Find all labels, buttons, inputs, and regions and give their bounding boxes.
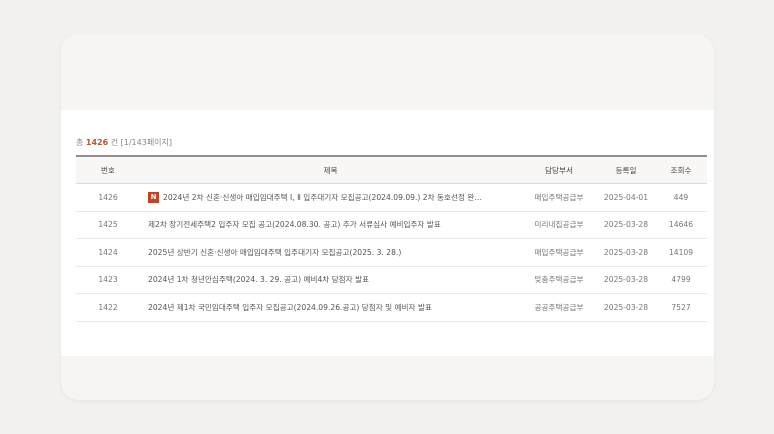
row-title-link[interactable]: 2025년 상반기 신혼·신생아 매입임대주택 입주대기자 모집공고(2025.… [140,238,521,267]
row-date: 2025-03-28 [597,211,655,239]
row-number: 1422 [76,293,140,322]
result-summary: 총 1426 건 [1/143페이지] [76,137,172,148]
row-department: 매입주택공급부 [521,183,597,212]
content-card: 총 1426 건 [1/143페이지] 번호 제목 담당부서 등록일 조회수 1… [61,34,714,400]
row-department: 미리내집공급부 [521,211,597,239]
row-title-link[interactable]: 제2차 장기전세주택2 입주자 모집 공고(2024.08.30. 공고) 추가… [140,211,521,239]
row-views: 14109 [655,238,707,267]
summary-prefix: 총 [76,138,84,147]
table-row[interactable]: 1422 2024년 제1차 국민임대주택 입주자 모집공고(2024.09.2… [76,293,707,322]
summary-suffix: 건 [1/143페이지] [110,138,173,147]
header-views: 조회수 [655,155,707,184]
notice-table: 번호 제목 담당부서 등록일 조회수 1426 N 2024년 2차 신혼·신생아… [76,155,707,322]
header-title: 제목 [140,155,521,184]
table-row[interactable]: 1424 2025년 상반기 신혼·신생아 매입임대주택 입주대기자 모집공고(… [76,238,707,267]
header-date: 등록일 [597,155,655,184]
row-date: 2025-03-28 [597,238,655,267]
header-department: 담당부서 [521,155,597,184]
row-views: 449 [655,183,707,212]
row-number: 1424 [76,238,140,267]
row-number: 1425 [76,211,140,239]
new-badge-icon: N [148,191,159,203]
row-title-link[interactable]: 2024년 제1차 국민임대주택 입주자 모집공고(2024.09.26.공고)… [140,293,521,322]
header-number: 번호 [76,155,140,184]
row-views: 4799 [655,266,707,294]
row-date: 2025-04-01 [597,183,655,212]
row-number: 1426 [76,183,140,212]
total-count: 1426 [85,138,109,147]
table-row[interactable]: 1425 제2차 장기전세주택2 입주자 모집 공고(2024.08.30. 공… [76,211,707,239]
row-department: 공공주택공급부 [521,293,597,322]
row-title-link[interactable]: N 2024년 2차 신혼·신생아 매입임대주택 Ⅰ, Ⅱ 입주대기자 모집공고(… [140,183,521,212]
table-row[interactable]: 1426 N 2024년 2차 신혼·신생아 매입임대주택 Ⅰ, Ⅱ 입주대기자 … [76,183,707,212]
row-department: 맞춤주택공급부 [521,266,597,294]
row-date: 2025-03-28 [597,293,655,322]
row-title-link[interactable]: 2024년 1차 청년안심주택(2024. 3. 29. 공고) 예비4차 당첨… [140,266,521,294]
row-department: 매입주택공급부 [521,238,597,267]
row-views: 14646 [655,211,707,239]
table-row[interactable]: 1423 2024년 1차 청년안심주택(2024. 3. 29. 공고) 예비… [76,266,707,294]
row-date: 2025-03-28 [597,266,655,294]
board-panel: 총 1426 건 [1/143페이지] 번호 제목 담당부서 등록일 조회수 1… [61,110,714,356]
row-number: 1423 [76,266,140,294]
table-header-row: 번호 제목 담당부서 등록일 조회수 [76,155,707,184]
row-title-text: 2024년 2차 신혼·신생아 매입임대주택 Ⅰ, Ⅱ 입주대기자 모집공고(2… [163,192,482,202]
row-views: 7527 [655,293,707,322]
